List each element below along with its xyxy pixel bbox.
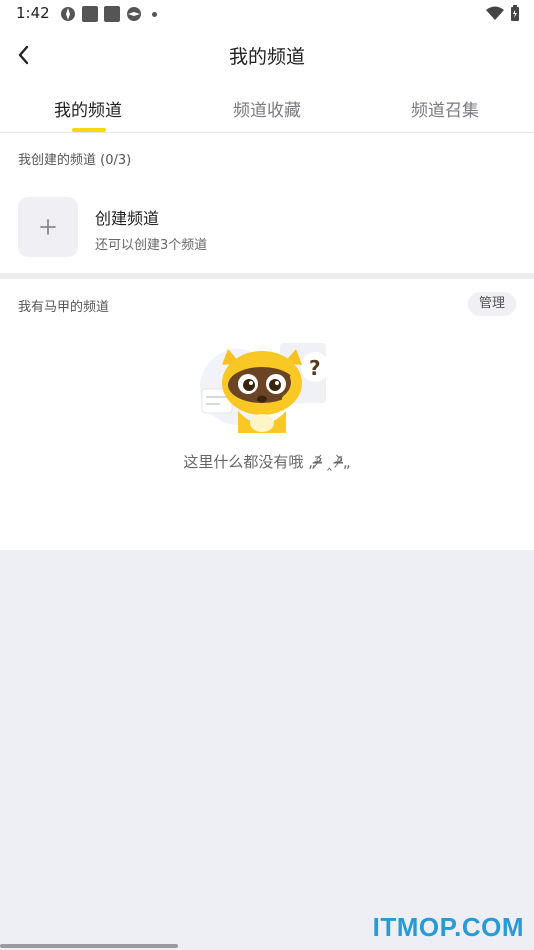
status-time: 1:42: [16, 4, 50, 22]
alt-channels-section: 我有马甲的频道 管理 ? 这里什么都没有哦 „ᵒ̴̶̷᷄ ‸ ᵒ̴̶̷᷅„: [0, 279, 534, 550]
app-icon: [127, 7, 141, 21]
tab-channel-recruit[interactable]: 频道召集: [411, 96, 479, 121]
tab-indicator: [72, 128, 106, 132]
battery-icon: [511, 5, 519, 21]
page-title: 我的频道: [228, 46, 305, 68]
create-channel-subtitle: 还可以创建3个频道: [95, 238, 208, 253]
wifi-icon: [486, 6, 504, 20]
more-notifications-icon: [152, 11, 157, 17]
app-icon: [61, 7, 75, 21]
status-bar: 1:42: [0, 0, 534, 28]
home-indicator[interactable]: [0, 944, 178, 948]
tab-bar: 我的频道 频道收藏 频道召集: [0, 86, 534, 133]
alt-channels-label: 我有马甲的频道: [18, 300, 110, 315]
svg-text:?: ?: [309, 356, 321, 380]
empty-background: [0, 550, 534, 950]
square-icon: [104, 6, 120, 22]
plus-icon: [40, 219, 56, 235]
notification-icons: [60, 6, 157, 22]
system-icons: [486, 5, 520, 21]
empty-state-text: 这里什么都没有哦 „ᵒ̴̶̷᷄ ‸ ᵒ̴̶̷᷅„: [183, 453, 351, 471]
tab-channel-favorites[interactable]: 频道收藏: [233, 96, 301, 121]
created-channels-label: 我创建的频道 (0/3): [18, 153, 132, 168]
nav-bar: 我的频道: [0, 30, 534, 80]
created-channels-section: 我创建的频道 (0/3) 创建频道 还可以创建3个频道: [0, 133, 534, 273]
create-channel-button[interactable]: [18, 197, 78, 257]
square-icon: [82, 6, 98, 22]
raccoon-mascot: ?: [200, 343, 329, 433]
tab-my-channels[interactable]: 我的频道: [54, 96, 122, 121]
watermark: ITMOP.COM: [372, 912, 524, 942]
manage-button[interactable]: 管理: [467, 292, 516, 316]
create-channel-title[interactable]: 创建频道: [95, 205, 159, 229]
